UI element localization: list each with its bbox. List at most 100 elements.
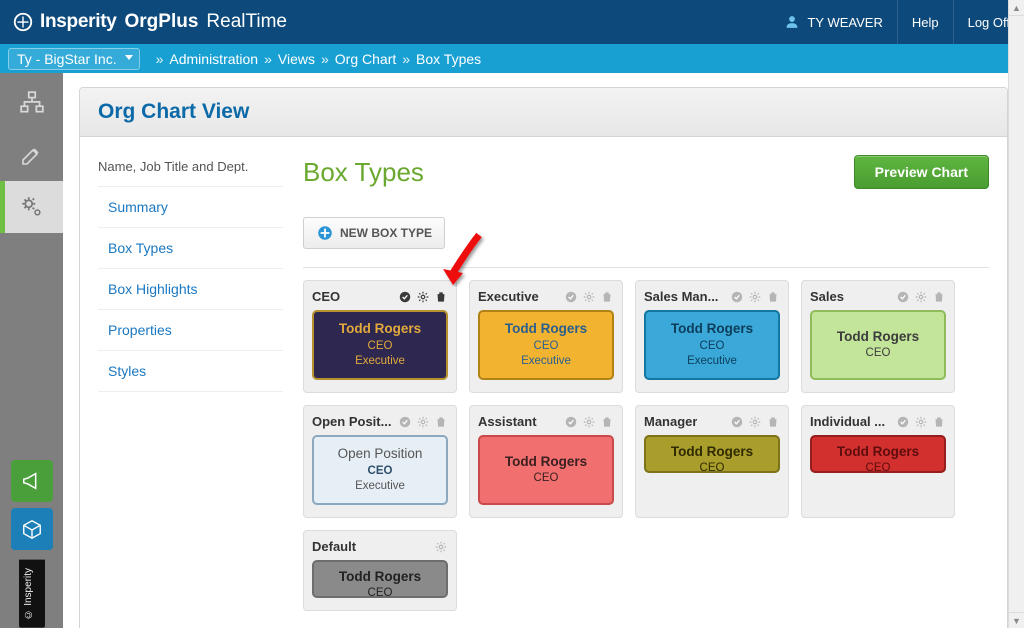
check-circle-icon[interactable] [730,290,744,304]
sample-dept: Executive [355,354,405,370]
sample-job: CEO [866,461,891,473]
sample-job: CEO [368,464,393,480]
check-circle-icon[interactable] [730,415,744,429]
rail-org-chart[interactable] [0,77,63,129]
gear-icon[interactable] [434,540,448,554]
sample-name: Todd Rogers [339,320,421,338]
box-type-card: Open Posit... Open Position CEO Executiv… [303,405,457,518]
trash-icon[interactable] [766,290,780,304]
current-user[interactable]: TY WEAVER [771,0,897,44]
trash-icon[interactable] [766,415,780,429]
box-type-title: Default [312,539,356,554]
sample-name: Todd Rogers [671,320,753,338]
panel-title: Org Chart View [80,88,1007,137]
subnav-summary[interactable]: Summary [98,187,283,228]
gear-icon[interactable] [914,290,928,304]
gear-icon[interactable] [582,290,596,304]
sample-dept: Executive [521,354,571,370]
sample-name: Todd Rogers [671,443,753,461]
check-circle-icon[interactable] [398,290,412,304]
box-type-title: Open Posit... [312,414,391,429]
panel: Org Chart View Name, Job Title and Dept.… [79,87,1008,628]
sample-job: CEO [368,339,393,355]
subnav-styles[interactable]: Styles [98,351,283,392]
preview-chart-button[interactable]: Preview Chart [854,155,989,189]
brand-realtime: RealTime [206,11,287,33]
org-selector[interactable]: Ty - BigStar Inc. [8,48,140,70]
crumb-administration[interactable]: Administration [169,51,258,67]
subnav-properties[interactable]: Properties [98,310,283,351]
box-type-actions [564,290,614,304]
megaphone-icon [21,470,43,492]
box-type-card: Manager Todd Rogers CEO [635,405,789,518]
gear-icon[interactable] [416,415,430,429]
content-area: Org Chart View Name, Job Title and Dept.… [63,73,1024,628]
divider [303,267,989,268]
box-type-actions [896,415,946,429]
plus-circle-icon [316,224,334,242]
help-link[interactable]: Help [898,0,954,44]
check-circle-icon[interactable] [896,415,910,429]
rail-package[interactable] [11,508,53,550]
sample-dept: Executive [687,354,737,370]
crumb-views[interactable]: Views [278,51,315,67]
trash-icon[interactable] [932,415,946,429]
box-type-sample: Todd Rogers CEO [810,435,946,473]
rail-edit[interactable] [0,129,63,181]
subnav-box-types[interactable]: Box Types [98,228,283,269]
rail-settings[interactable] [0,181,63,233]
section: Box Types Preview Chart NEW BOX TYPE [303,155,989,628]
gear-icon[interactable] [748,415,762,429]
subnav-box-highlights[interactable]: Box Highlights [98,269,283,310]
check-circle-icon[interactable] [398,415,412,429]
gear-icon[interactable] [748,290,762,304]
sample-job: CEO [534,339,559,355]
window-scrollbar[interactable]: ▲ ▼ [1008,0,1024,628]
check-circle-icon[interactable] [564,290,578,304]
trash-icon[interactable] [600,290,614,304]
box-icon [21,518,43,540]
trash-icon[interactable] [434,415,448,429]
box-type-actions [730,415,780,429]
sample-name: Todd Rogers [505,320,587,338]
gear-icon[interactable] [416,290,430,304]
box-type-title: CEO [312,289,340,304]
chevron-down-icon [125,55,133,60]
scroll-down-icon[interactable]: ▼ [1009,612,1024,628]
box-type-title: Sales Man... [644,289,718,304]
sample-name: Open Position [338,445,423,463]
box-type-card: Assistant Todd Rogers CEO [469,405,623,518]
brand-insperity: Insperity [40,11,117,33]
gear-icon[interactable] [914,415,928,429]
sample-job: CEO [700,461,725,473]
box-type-sample: Todd Rogers CEO Executive [644,310,780,380]
brand: Insperity OrgPlus RealTime [12,11,287,33]
box-type-title: Manager [644,414,697,429]
crumb-box-types[interactable]: Box Types [416,51,481,67]
rail-announce[interactable] [11,460,53,502]
gear-icon[interactable] [582,415,596,429]
scroll-up-icon[interactable]: ▲ [1009,0,1024,16]
box-type-title: Executive [478,289,539,304]
sample-name: Todd Rogers [837,443,919,461]
check-circle-icon[interactable] [564,415,578,429]
trash-icon[interactable] [434,290,448,304]
box-type-actions [564,415,614,429]
user-icon [785,15,799,29]
box-type-actions [398,415,448,429]
section-title: Box Types [303,157,424,188]
crumb-org-chart[interactable]: Org Chart [335,51,396,67]
brand-orgplus: OrgPlus [125,11,199,33]
check-circle-icon[interactable] [896,290,910,304]
org-chart-icon [19,90,45,116]
trash-icon[interactable] [600,415,614,429]
sample-job: CEO [368,586,393,598]
box-type-sample: Todd Rogers CEO [478,435,614,505]
new-box-type-button[interactable]: NEW BOX TYPE [303,217,445,249]
box-type-grid: CEO Todd Rogers CEO Executive Executive … [303,280,989,611]
box-type-actions [434,540,448,554]
box-type-sample: Todd Rogers CEO Executive [478,310,614,380]
subnav: Name, Job Title and Dept. Summary Box Ty… [98,155,283,628]
box-type-actions [896,290,946,304]
trash-icon[interactable] [932,290,946,304]
